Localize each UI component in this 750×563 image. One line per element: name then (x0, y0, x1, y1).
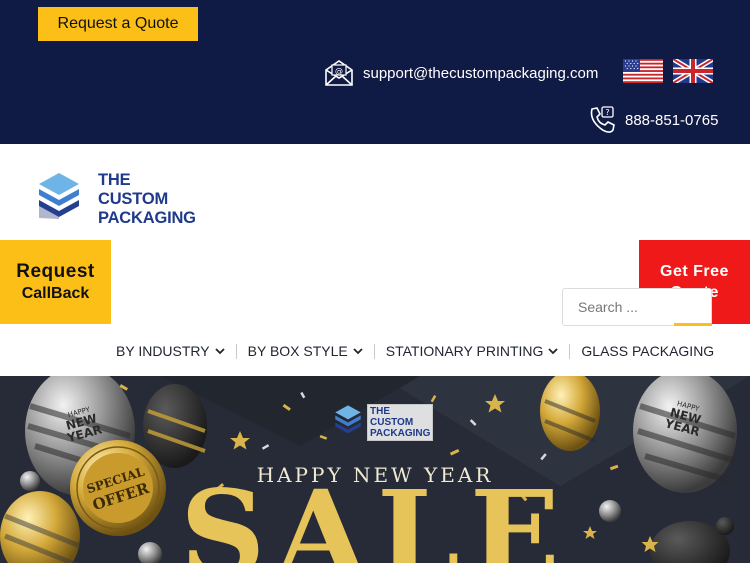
svg-text:?: ? (605, 108, 609, 117)
nav-divider (235, 343, 237, 359)
logo-line-2: CUSTOM (98, 190, 168, 208)
email-contact[interactable]: @ support@thecustompackaging.com (324, 58, 598, 88)
chevron-down-icon (548, 347, 559, 354)
email-address[interactable]: support@thecustompackaging.com (363, 65, 598, 82)
banner-logo: THE CUSTOM PACKAGING (334, 404, 434, 441)
balloon-text-left: HAPPY NEW YEAR (64, 405, 103, 444)
nav-label: GLASS PACKAGING (581, 343, 715, 359)
request-quote-button[interactable]: Request a Quote (38, 7, 198, 41)
phone-contact[interactable]: ? 888-851-0765 (587, 105, 718, 135)
nav-divider (569, 343, 571, 359)
logo-line-1: THE (98, 171, 131, 189)
banner-logo-text: THE CUSTOM PACKAGING (367, 404, 434, 441)
free-quote-line-1: Get Free (660, 263, 729, 280)
logo-line-3: PACKAGING (98, 209, 196, 227)
nav-divider (373, 343, 375, 359)
promo-banner[interactable]: SPECIAL OFFER HAPPY NEW YEAR HAPPY NEW Y… (0, 376, 750, 563)
callback-line-2: CallBack (21, 285, 90, 302)
nav-by-industry[interactable]: BY INDUSTRY (116, 343, 225, 359)
nav-label: BY INDUSTRY (116, 343, 210, 359)
search-button[interactable] (674, 323, 712, 326)
logo-text: THE CUSTOM PACKAGING (98, 171, 196, 228)
nav-stationary-printing[interactable]: STATIONARY PRINTING (386, 343, 559, 359)
search-box (562, 288, 712, 326)
site-header: THE CUSTOM PACKAGING Request CallBack Ge… (0, 144, 750, 376)
chevron-down-icon (214, 347, 225, 354)
nav-label: BY BOX STYLE (247, 343, 348, 359)
site-logo[interactable]: THE CUSTOM PACKAGING (37, 171, 196, 228)
logo-cube-icon (335, 405, 361, 434)
chevron-down-icon (353, 347, 363, 354)
main-nav: BY INDUSTRY BY BOX STYLE STATIONARY PRIN… (116, 343, 714, 359)
envelope-icon: @ (325, 60, 353, 86)
phone-icon: ? (590, 106, 615, 133)
nav-by-box-style[interactable]: BY BOX STYLE (248, 343, 363, 359)
balloon-text-right: HAPPY NEW YEAR (663, 400, 703, 438)
top-bar: Request a Quote @ support@thecustompacka… (0, 0, 750, 144)
svg-text:@: @ (335, 67, 343, 76)
nav-glass-packaging[interactable]: GLASS PACKAGING (581, 343, 714, 359)
phone-number[interactable]: 888-851-0765 (625, 112, 718, 129)
uk-flag-icon[interactable] (673, 59, 713, 83)
us-flag-icon[interactable] (623, 59, 663, 83)
request-callback-button[interactable]: Request CallBack (0, 240, 111, 324)
callback-line-1: Request (16, 261, 95, 282)
nav-label: STATIONARY PRINTING (385, 343, 544, 359)
logo-cube-icon (39, 173, 79, 219)
banner-sale-text: SALE (180, 464, 570, 563)
search-input[interactable] (563, 289, 711, 325)
